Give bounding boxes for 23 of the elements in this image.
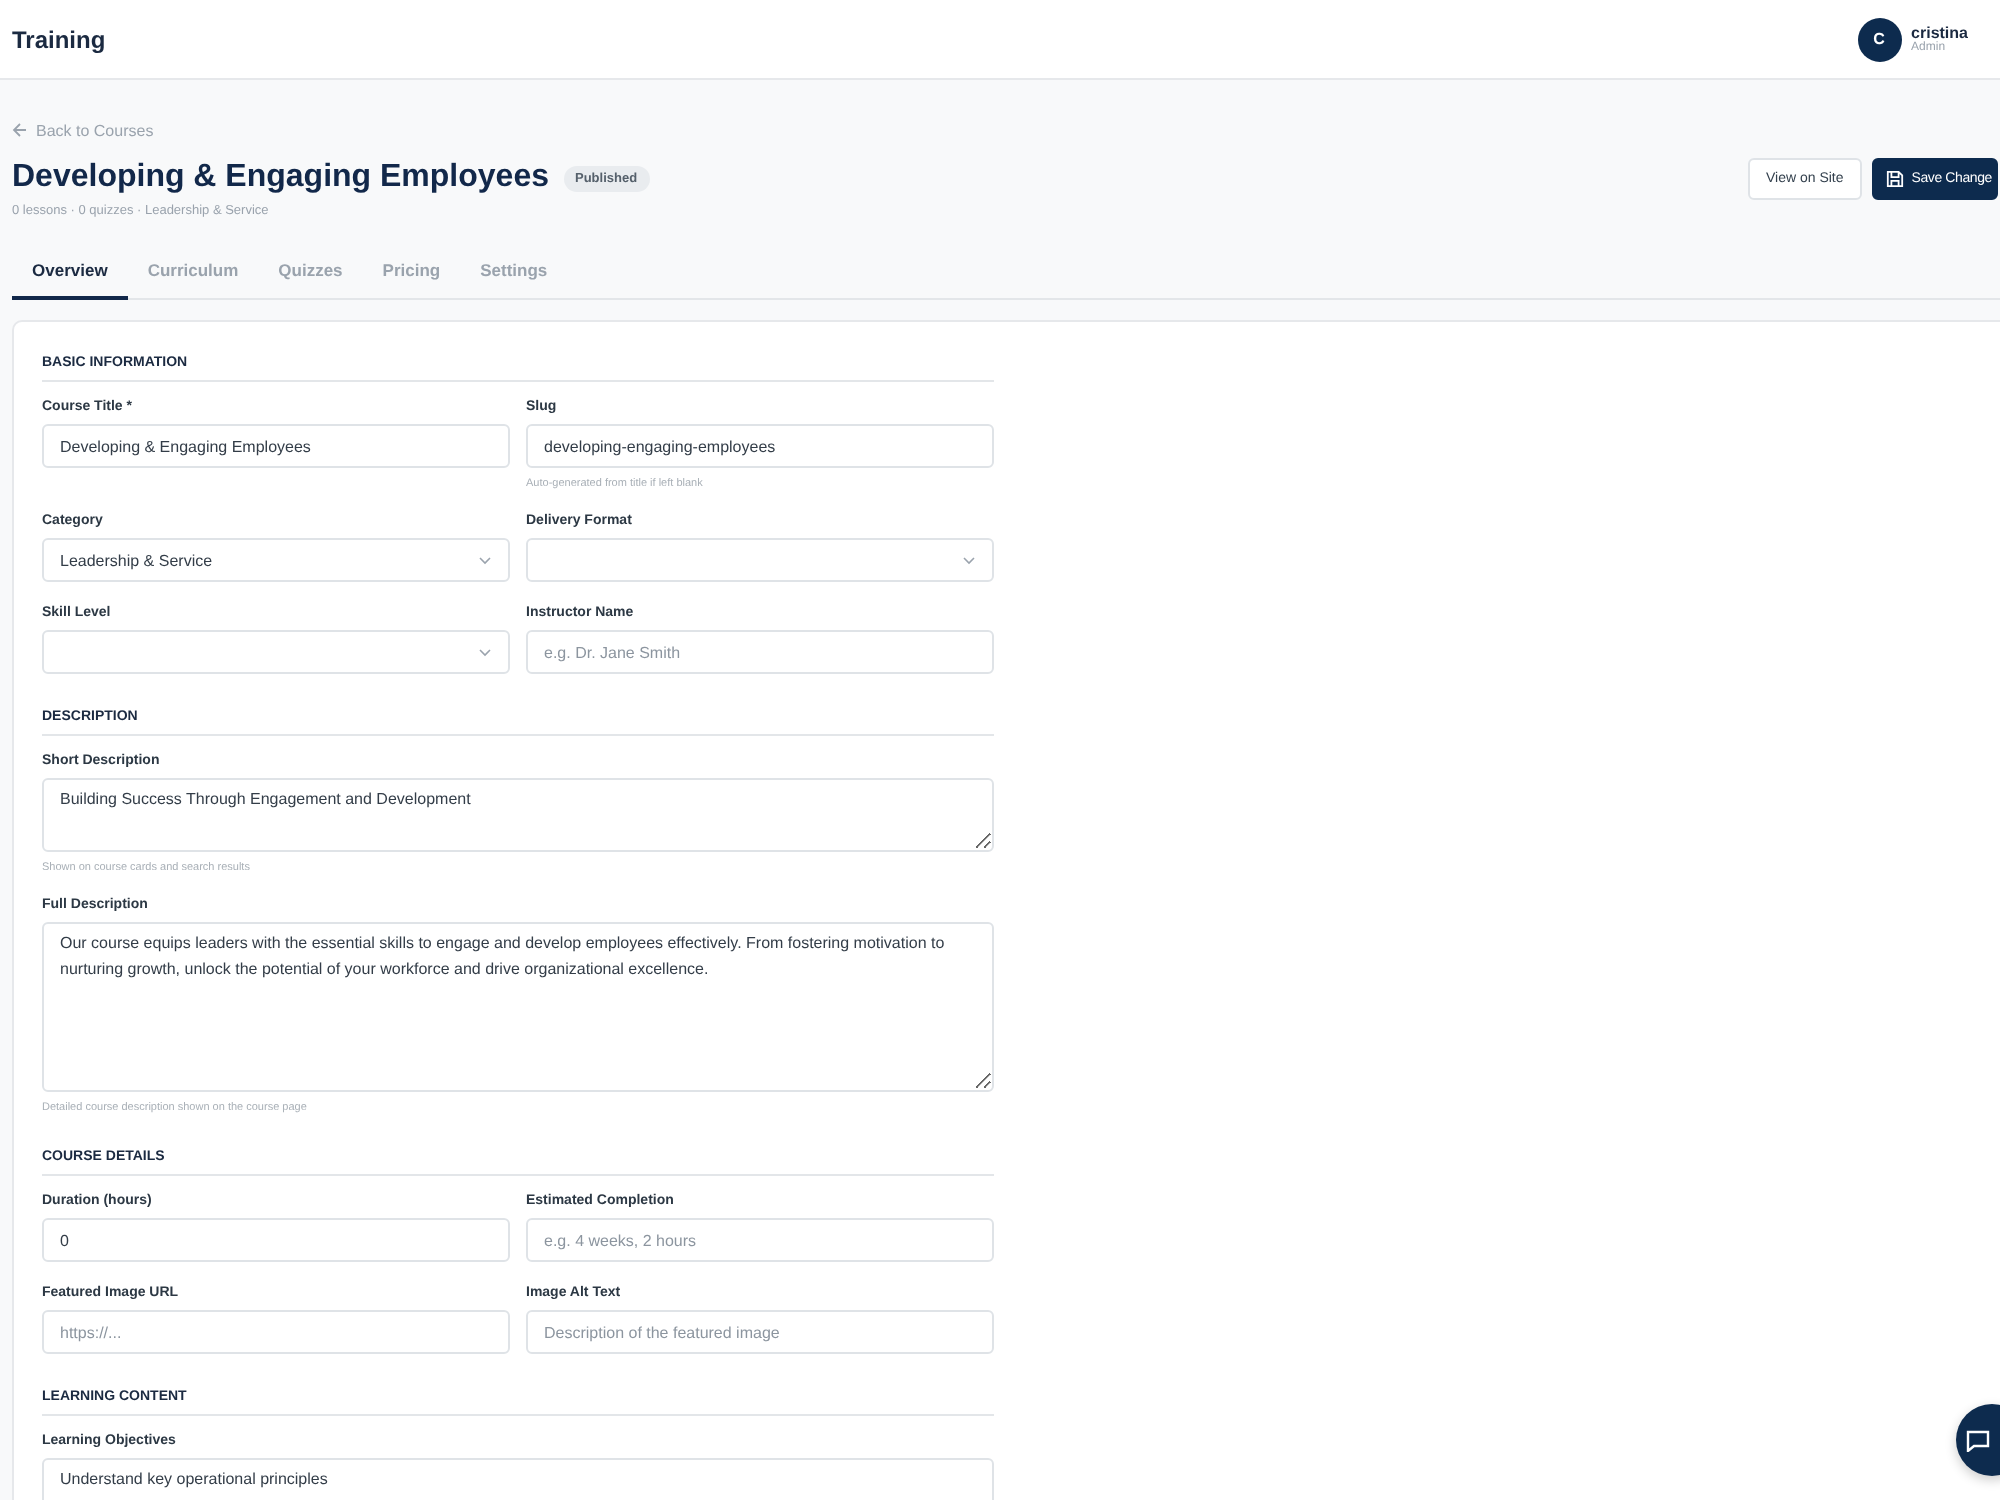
input-field[interactable]: https://... — [42, 1310, 510, 1354]
course-title: Developing & Engaging Employees — [12, 160, 549, 196]
chevron-down-icon — [478, 555, 492, 565]
select-field[interactable]: Leadership & Service — [42, 538, 510, 582]
input-field[interactable]: Developing & Engaging Employees — [42, 424, 510, 468]
tab[interactable]: Overview — [12, 248, 128, 300]
text-area[interactable]: Building Success Through Engagement and Development — [42, 778, 994, 852]
chat-bubble-icon — [1966, 1429, 1990, 1451]
text-area[interactable]: Our course equips leaders with the essential skills to engage and develop employees effectively. From fostering motivation to nurturing growth, unlock the potential of your workforce and drive organizational excellence. — [42, 922, 994, 1092]
input-field[interactable]: e.g. Dr. Jane Smith — [526, 630, 994, 674]
input-field[interactable]: developing-engaging-employees — [526, 424, 994, 468]
input-field[interactable]: Description of the featured image — [526, 1310, 994, 1354]
arrow-left-icon — [12, 122, 28, 138]
text-area[interactable]: Understand key operational principles — [42, 1458, 994, 1500]
select-field[interactable] — [42, 630, 510, 674]
chevron-down-icon — [478, 647, 492, 657]
chevron-down-icon — [962, 555, 976, 565]
user-name: cristina — [1911, 24, 1968, 42]
user-avatar[interactable]: C — [1857, 17, 1902, 61]
select-field[interactable] — [526, 538, 994, 582]
input-field[interactable]: e.g. 4 weeks, 2 hours — [526, 1218, 994, 1262]
input-field[interactable]: 0 — [42, 1218, 510, 1262]
app-title: Training — [12, 25, 106, 53]
